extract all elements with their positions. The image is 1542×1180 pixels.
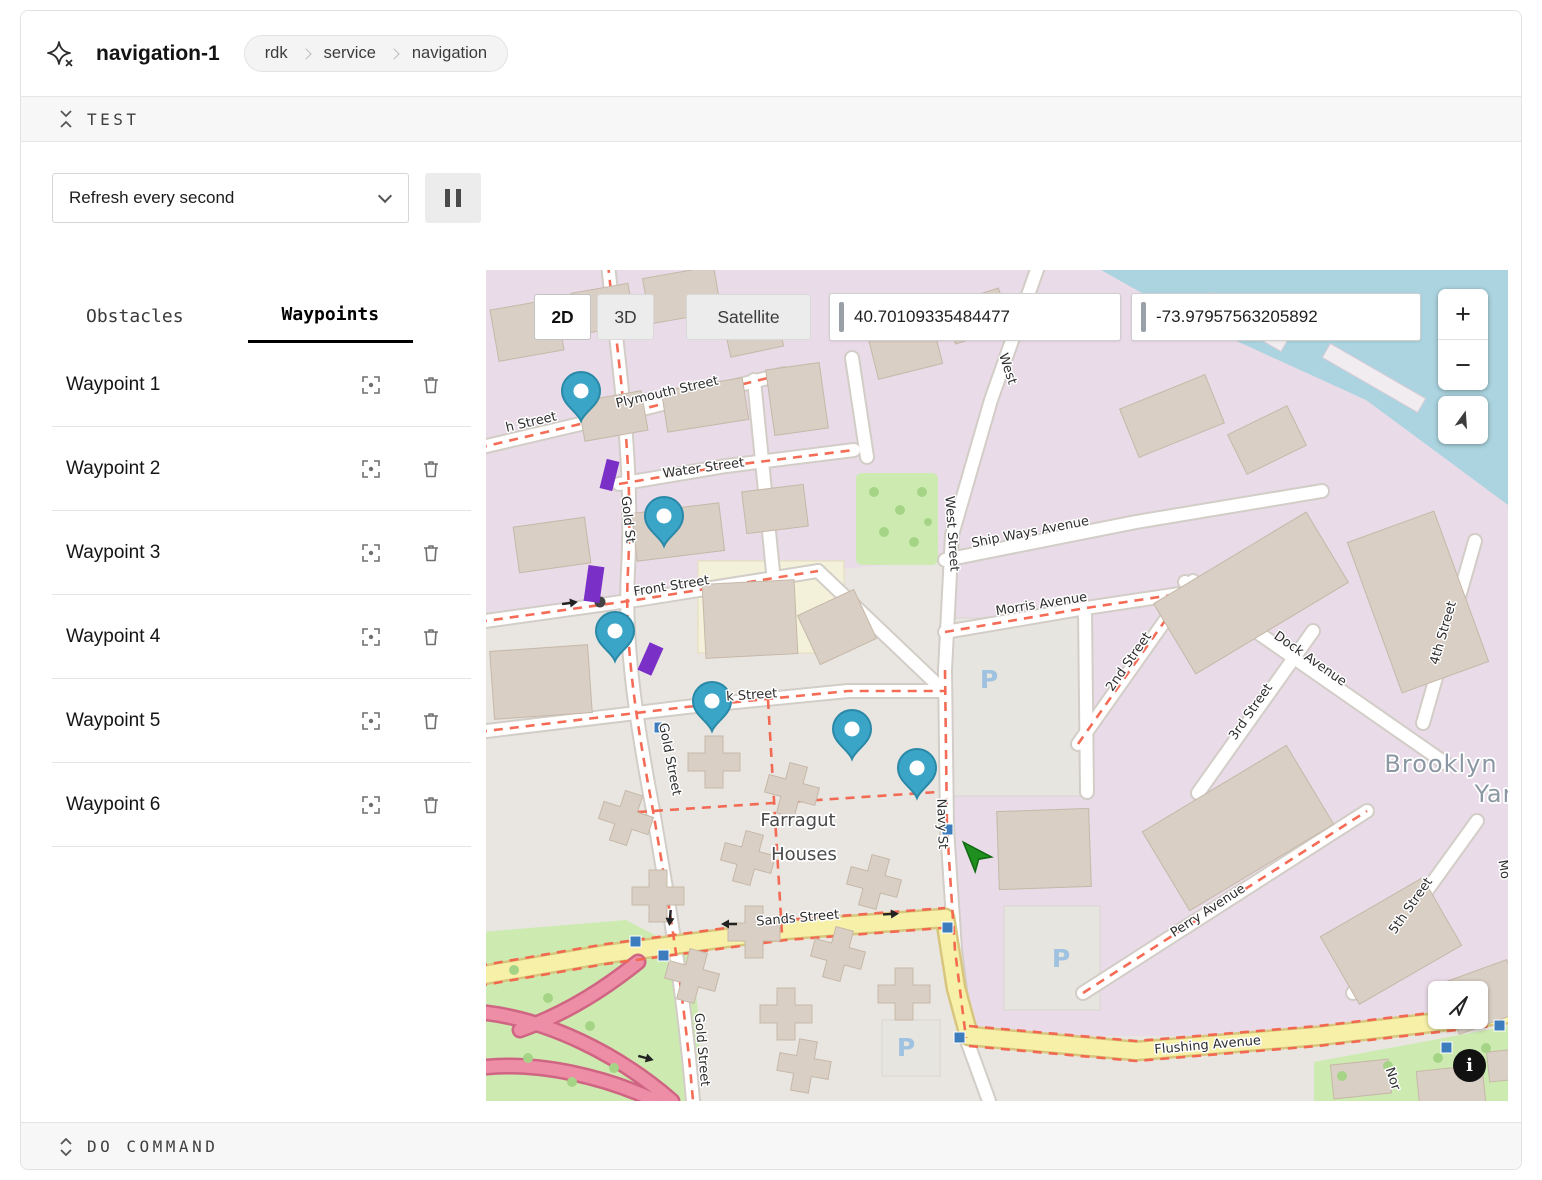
- delete-waypoint-button[interactable]: [421, 627, 441, 647]
- breadcrumb: rdk service navigation: [244, 35, 508, 72]
- focus-icon: [361, 627, 381, 647]
- waypoint-label: Waypoint 5: [66, 710, 361, 732]
- chevron-right-icon: [300, 48, 311, 59]
- trash-icon: [421, 459, 441, 479]
- navigation-side-panel: Obstacles Waypoints Waypoint 1: [52, 289, 471, 847]
- zoom-in-button[interactable]: +: [1438, 289, 1488, 339]
- focus-waypoint-button[interactable]: [361, 375, 381, 395]
- latitude-input[interactable]: [854, 307, 1120, 327]
- place-label: Brooklyn: [1384, 750, 1497, 778]
- refresh-rate-select[interactable]: Refresh every second: [52, 173, 409, 223]
- waypoint-row: Waypoint 5: [52, 679, 471, 763]
- drag-grip-icon: [1141, 302, 1146, 332]
- parking-icon: P: [897, 1033, 915, 1062]
- card-header: navigation-1 rdk service navigation: [21, 11, 1521, 97]
- expand-icon: [58, 1138, 74, 1156]
- navigation-map[interactable]: h Street Plymouth Street Water Street Fr…: [486, 270, 1508, 1101]
- tab-waypoints[interactable]: Waypoints: [248, 289, 414, 343]
- breadcrumb-item: service: [324, 44, 376, 63]
- longitude-input[interactable]: [1156, 307, 1420, 327]
- place-label: Houses: [771, 844, 837, 865]
- waypoint-row: Waypoint 4: [52, 595, 471, 679]
- waypoint-row: Waypoint 1: [52, 343, 471, 427]
- map-canvas[interactable]: h Street Plymouth Street Water Street Fr…: [486, 270, 1508, 1101]
- breadcrumb-item: navigation: [412, 44, 487, 63]
- parking-icon: P: [980, 665, 998, 694]
- delete-waypoint-button[interactable]: [421, 375, 441, 395]
- latitude-field[interactable]: [829, 293, 1121, 341]
- delete-waypoint-button[interactable]: [421, 711, 441, 731]
- waypoint-row: Waypoint 6: [52, 763, 471, 847]
- waypoint-label: Waypoint 6: [66, 794, 361, 816]
- focus-icon: [361, 711, 381, 731]
- navigation-service-icon: [46, 40, 74, 68]
- focus-waypoint-button[interactable]: [361, 543, 381, 563]
- focus-icon: [361, 543, 381, 563]
- section-label: TEST: [87, 110, 140, 129]
- place-label: Farragut: [760, 810, 835, 831]
- map-satellite-button[interactable]: Satellite: [686, 294, 811, 340]
- compass-needle-icon: [1452, 409, 1474, 431]
- test-section-header[interactable]: TEST: [21, 97, 1521, 142]
- focus-waypoint-button[interactable]: [361, 795, 381, 815]
- trash-icon: [421, 543, 441, 563]
- breadcrumb-item: rdk: [265, 44, 288, 63]
- tab-obstacles[interactable]: Obstacles: [52, 289, 218, 343]
- pause-button[interactable]: [425, 173, 481, 223]
- zoom-control: + −: [1438, 289, 1488, 390]
- map-mode-2d-button[interactable]: 2D: [534, 294, 591, 340]
- zoom-out-button[interactable]: −: [1438, 340, 1488, 390]
- collapse-icon: [58, 110, 74, 128]
- drag-grip-icon: [839, 302, 844, 332]
- navigation-card: navigation-1 rdk service navigation TEST…: [20, 10, 1522, 1170]
- focus-icon: [361, 459, 381, 479]
- chevron-right-icon: [388, 48, 399, 59]
- focus-icon: [361, 375, 381, 395]
- compass-button[interactable]: [1438, 396, 1488, 444]
- delete-waypoint-button[interactable]: [421, 795, 441, 815]
- do-command-section-header[interactable]: DO COMMAND: [21, 1122, 1521, 1170]
- trash-icon: [421, 627, 441, 647]
- focus-waypoint-button[interactable]: [361, 711, 381, 731]
- trash-icon: [421, 375, 441, 395]
- focus-waypoint-button[interactable]: [361, 459, 381, 479]
- waypoint-label: Waypoint 2: [66, 458, 361, 480]
- waypoint-label: Waypoint 4: [66, 626, 361, 648]
- page-title: navigation-1: [96, 42, 220, 66]
- waypoint-label: Waypoint 1: [66, 374, 361, 396]
- locate-button[interactable]: [1428, 981, 1488, 1029]
- navigation-arrow-icon: [1446, 993, 1471, 1018]
- map-mode-3d-button[interactable]: 3D: [597, 294, 654, 340]
- waypoint-list: Waypoint 1 Waypoint: [52, 343, 471, 847]
- section-label: DO COMMAND: [87, 1137, 218, 1156]
- refresh-rate-value: Refresh every second: [69, 188, 380, 208]
- delete-waypoint-button[interactable]: [421, 543, 441, 563]
- delete-waypoint-button[interactable]: [421, 459, 441, 479]
- panel-tabs: Obstacles Waypoints: [52, 289, 471, 343]
- longitude-field[interactable]: [1131, 293, 1421, 341]
- street-label: Navy St: [933, 798, 950, 849]
- waypoint-label: Waypoint 3: [66, 542, 361, 564]
- focus-waypoint-button[interactable]: [361, 627, 381, 647]
- waypoint-row: Waypoint 3: [52, 511, 471, 595]
- trash-icon: [421, 795, 441, 815]
- place-label: Yar: [1474, 780, 1508, 808]
- trash-icon: [421, 711, 441, 731]
- waypoint-row: Waypoint 2: [52, 427, 471, 511]
- info-button[interactable]: i: [1453, 1049, 1486, 1082]
- focus-icon: [361, 795, 381, 815]
- parking-icon: P: [1052, 944, 1070, 973]
- chevron-down-icon: [378, 189, 392, 203]
- pause-icon: [445, 189, 450, 207]
